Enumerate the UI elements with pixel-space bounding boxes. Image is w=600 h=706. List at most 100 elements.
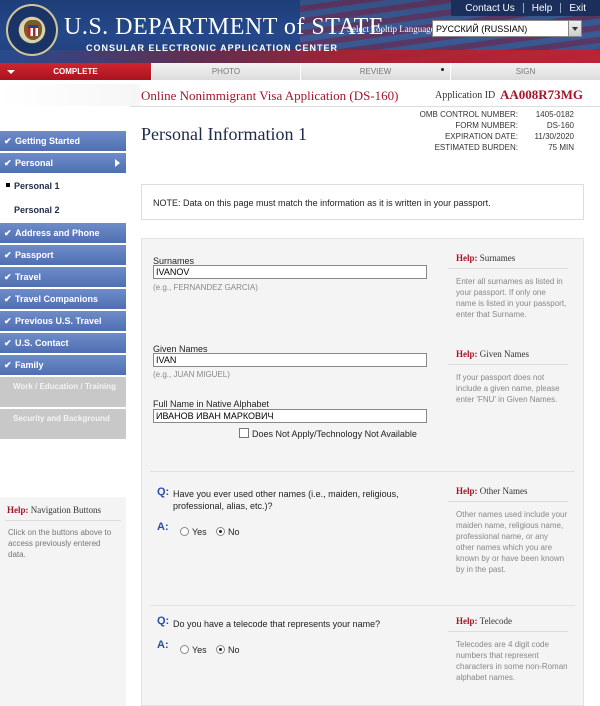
help-prefix: Help: [7,505,29,515]
top-nav: Contact Us Help Exit [451,0,600,16]
sidebar-item-personal-2[interactable]: Personal 2 [0,199,126,221]
sidebar-item-label: Address and Phone [15,228,100,238]
omb-value: 1405-0182 [535,110,574,119]
sidebar-item-us-contact[interactable]: ✔ U.S. Contact [0,333,126,353]
telecode-no-radio[interactable] [216,645,225,654]
omb-row: ESTIMATED BURDEN: 75 MIN [400,143,574,154]
personal-info-form: Surnames (e.g., FERNANDEZ GARCIA) Help: … [141,238,584,706]
department-seal-icon [6,4,58,56]
question-marker: Q: [157,486,170,498]
help-title-text: Navigation Buttons [30,505,101,515]
help-link[interactable]: Help [524,3,561,14]
title-fade [0,84,140,106]
omb-row: FORM NUMBER: DS-160 [400,121,574,132]
help-title-text: Given Names [479,349,529,359]
progress-step-label: SIGN [515,67,536,76]
sidebar-item-travel-companions[interactable]: ✔ Travel Companions [0,289,126,309]
application-id-label: Application ID [435,90,496,101]
given-names-hint: (e.g., JUAN MIGUEL) [153,370,230,379]
check-icon: ✔ [4,359,12,370]
native-name-input[interactable] [153,409,427,423]
site-header: U.S. DEPARTMENT of STATE CONSULAR ELECTR… [0,0,600,63]
check-icon: ✔ [4,157,12,168]
progress-step-complete[interactable]: COMPLETE [0,63,152,80]
omb-value: 11/30/2020 [534,132,574,141]
progress-step-review[interactable]: REVIEW [301,63,451,80]
sidebar-item-work-education: Work / Education / Training [0,377,126,407]
help-given-names-title: Help: Given Names [456,349,529,359]
shield-icon [28,25,38,36]
sidebar-nav: ✔ Getting Started ✔ Personal Personal 1 Pe… [0,131,126,441]
help-navigation-title: Help: Navigation Buttons [7,505,101,515]
help-navigation-panel: Help: Navigation Buttons Click on the bu… [0,497,126,706]
does-not-apply-checkbox[interactable] [239,428,249,438]
help-telecode-text: Telecodes are 4 digit code numbers that … [456,640,568,682]
telecode-yes-label: Yes [192,645,207,655]
divider [130,106,600,107]
passport-note: NOTE: Data on this page must match the i… [141,184,584,220]
department-title: U.S. DEPARTMENT of STATE [64,14,385,40]
check-icon: ✔ [4,271,12,282]
chevron-down-icon[interactable] [568,21,581,36]
other-names-yes-radio[interactable] [180,527,189,536]
contact-us-link[interactable]: Contact Us [457,3,522,14]
sidebar-item-personal-1[interactable]: Personal 1 [0,175,126,197]
help-title-text: Telecode [479,616,512,626]
help-telecode-title: Help: Telecode [456,616,512,626]
progress-step-sign[interactable]: SIGN [451,63,600,80]
sidebar-item-label: U.S. Contact [15,338,69,348]
progress-step-label: COMPLETE [53,67,98,76]
bullet-icon [441,68,444,71]
sidebar-item-label: Travel [15,272,42,282]
help-prefix: Help: [456,486,478,496]
divider [448,501,568,502]
progress-step-photo[interactable]: PHOTO [152,63,301,80]
check-icon: ✔ [4,315,12,326]
caret-down-icon [7,70,15,74]
tooltip-language-value: РУССКИЙ (RUSSIAN) [436,23,528,34]
answer-marker: A: [157,521,169,533]
omb-label: ESTIMATED BURDEN: [434,143,518,152]
omb-label: OMB CONTROL NUMBER: [419,110,518,119]
other-names-question: Have you ever used other names (i.e., ma… [173,489,399,511]
help-prefix: Help: [456,349,478,359]
divider [150,471,575,472]
divider [5,520,121,521]
progress-bar: COMPLETE PHOTO REVIEW SIGN [0,63,600,80]
answer-marker: A: [157,639,169,651]
native-name-label: Full Name in Native Alphabet [153,399,270,409]
department-subtitle: CONSULAR ELECTRONIC APPLICATION CENTER [86,43,339,53]
page-root: U.S. DEPARTMENT of STATE CONSULAR ELECTR… [0,0,600,706]
sidebar-item-label: Security and Background [13,414,110,423]
tooltip-language-select[interactable]: РУССКИЙ (RUSSIAN) [432,20,582,37]
help-prefix: Help: [456,253,478,263]
sidebar-item-travel[interactable]: ✔ Travel [0,267,126,287]
sidebar-item-passport[interactable]: ✔ Passport [0,245,126,265]
sidebar-item-previous-us-travel[interactable]: ✔ Previous U.S. Travel [0,311,126,331]
application-id: AA008R73MG [500,87,584,102]
surnames-input[interactable] [153,265,427,279]
sidebar-item-label: Previous U.S. Travel [15,316,102,326]
sidebar-item-label: Personal [15,158,54,168]
given-names-input[interactable] [153,353,427,367]
sidebar-item-label: Passport [15,250,54,260]
help-surnames-text: Enter all surnames as listed in your pas… [456,277,567,319]
page-title: Personal Information 1 [141,124,307,144]
does-not-apply-label: Does Not Apply/Technology Not Available [252,429,417,439]
omb-label: FORM NUMBER: [455,121,518,130]
divider [150,605,575,606]
telecode-yes-radio[interactable] [180,645,189,654]
sidebar-item-label: Personal 1 [14,181,60,191]
other-names-no-radio[interactable] [216,527,225,536]
check-icon: ✔ [4,293,12,304]
sidebar-item-personal[interactable]: ✔ Personal [0,153,126,173]
sidebar-item-address-phone[interactable]: ✔ Address and Phone [0,223,126,243]
sidebar-item-getting-started[interactable]: ✔ Getting Started [0,131,126,151]
sidebar-item-family[interactable]: ✔ Family [0,355,126,375]
check-icon: ✔ [4,227,12,238]
application-title-row: Online Nonimmigrant Visa Application (DS… [0,84,600,106]
help-given-names-text: If your passport does not include a give… [456,373,560,404]
exit-link[interactable]: Exit [561,3,594,14]
help-title-text: Other Names [479,486,528,496]
tooltip-language-label: Select Tooltip Language [347,24,435,34]
